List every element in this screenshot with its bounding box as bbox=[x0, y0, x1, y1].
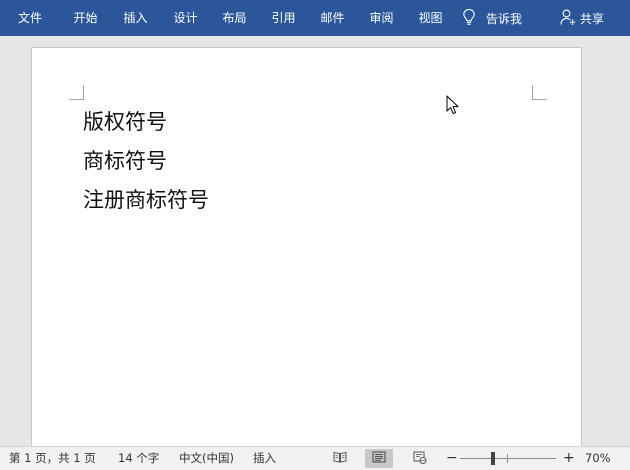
share-button[interactable]: 共享 bbox=[560, 0, 604, 36]
tab-layout[interactable]: 布局 bbox=[210, 0, 259, 36]
print-layout-button[interactable] bbox=[365, 449, 393, 468]
document-line[interactable]: 商标符号 bbox=[83, 145, 167, 175]
zoom-percent[interactable]: 70% bbox=[585, 447, 611, 470]
document-page[interactable]: 版权符号 商标符号 注册商标符号 bbox=[31, 47, 582, 446]
book-icon bbox=[333, 451, 347, 466]
tab-file[interactable]: 文件 bbox=[0, 0, 60, 36]
tell-me-label: 告诉我 bbox=[486, 11, 523, 26]
document-line[interactable]: 注册商标符号 bbox=[83, 184, 209, 214]
page-count[interactable]: 第 1 页，共 1 页 bbox=[9, 447, 96, 470]
zoom-in-button[interactable]: + bbox=[563, 447, 575, 470]
insert-mode-indicator[interactable]: 插入 bbox=[253, 447, 276, 470]
tab-design[interactable]: 设计 bbox=[161, 0, 210, 36]
word-count[interactable]: 14 个字 bbox=[118, 447, 159, 470]
zoom-slider-track[interactable] bbox=[460, 458, 556, 459]
word-window: 文件 开始 插入 设计 布局 引用 邮件 审阅 视图 告诉我 共享 版权符号 商… bbox=[0, 0, 630, 470]
tab-view[interactable]: 视图 bbox=[406, 0, 455, 36]
person-add-icon bbox=[560, 8, 576, 29]
margin-corner-top-right bbox=[532, 85, 547, 100]
mouse-pointer-icon bbox=[446, 95, 460, 119]
tab-mailings[interactable]: 邮件 bbox=[308, 0, 357, 36]
web-layout-button[interactable] bbox=[406, 449, 434, 468]
tab-home[interactable]: 开始 bbox=[61, 0, 110, 36]
tab-review[interactable]: 审阅 bbox=[357, 0, 406, 36]
document-line[interactable]: 版权符号 bbox=[83, 106, 167, 136]
zoom-slider-center-tick bbox=[507, 454, 508, 463]
zoom-out-button[interactable]: − bbox=[446, 447, 458, 470]
tab-insert[interactable]: 插入 bbox=[111, 0, 160, 36]
tell-me-box[interactable]: 告诉我 bbox=[462, 0, 522, 36]
ribbon-tab-bar: 文件 开始 插入 设计 布局 引用 邮件 审阅 视图 告诉我 共享 bbox=[0, 0, 630, 36]
document-area[interactable]: 版权符号 商标符号 注册商标符号 bbox=[0, 36, 630, 446]
web-layout-icon bbox=[413, 451, 427, 467]
status-bar: 第 1 页，共 1 页 14 个字 中文(中国) 插入 − + 70% bbox=[0, 446, 630, 470]
share-label: 共享 bbox=[580, 11, 605, 26]
read-mode-button[interactable] bbox=[326, 449, 354, 468]
lightbulb-icon bbox=[462, 8, 476, 29]
language-indicator[interactable]: 中文(中国) bbox=[179, 447, 234, 470]
page-lines-icon bbox=[372, 451, 386, 466]
margin-corner-top-left bbox=[69, 85, 84, 100]
tab-references[interactable]: 引用 bbox=[259, 0, 308, 36]
zoom-slider-thumb[interactable] bbox=[491, 452, 495, 465]
